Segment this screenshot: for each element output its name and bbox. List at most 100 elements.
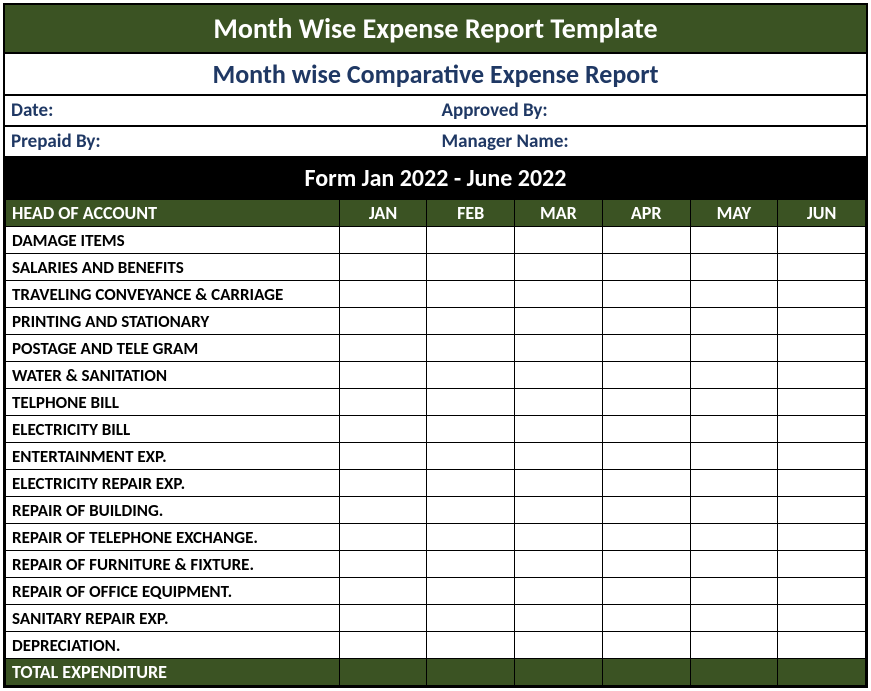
value-cell[interactable] [515, 335, 603, 362]
value-cell[interactable] [778, 551, 866, 578]
value-cell[interactable] [339, 605, 427, 632]
value-cell[interactable] [339, 254, 427, 281]
value-cell[interactable] [515, 497, 603, 524]
value-cell[interactable] [339, 578, 427, 605]
value-cell[interactable] [602, 335, 690, 362]
value-cell[interactable] [515, 308, 603, 335]
value-cell[interactable] [690, 605, 778, 632]
value-cell[interactable] [602, 254, 690, 281]
value-cell[interactable] [515, 632, 603, 659]
value-cell[interactable] [602, 632, 690, 659]
value-cell[interactable] [515, 416, 603, 443]
value-cell[interactable] [339, 416, 427, 443]
value-cell[interactable] [339, 551, 427, 578]
value-cell[interactable] [690, 254, 778, 281]
value-cell[interactable] [339, 281, 427, 308]
value-cell[interactable] [690, 551, 778, 578]
value-cell[interactable] [427, 254, 515, 281]
value-cell[interactable] [339, 362, 427, 389]
value-cell[interactable] [602, 578, 690, 605]
table-row: TRAVELING CONVEYANCE & CARRIAGE [6, 281, 866, 308]
value-cell[interactable] [602, 524, 690, 551]
value-cell[interactable] [690, 362, 778, 389]
value-cell[interactable] [427, 578, 515, 605]
value-cell[interactable] [602, 497, 690, 524]
value-cell[interactable] [427, 389, 515, 416]
value-cell[interactable] [515, 578, 603, 605]
value-cell[interactable] [778, 389, 866, 416]
value-cell[interactable] [427, 227, 515, 254]
value-cell[interactable] [427, 416, 515, 443]
value-cell[interactable] [339, 470, 427, 497]
value-cell[interactable] [690, 416, 778, 443]
value-cell[interactable] [778, 470, 866, 497]
value-cell[interactable] [602, 281, 690, 308]
value-cell[interactable] [602, 227, 690, 254]
value-cell[interactable] [690, 389, 778, 416]
value-cell[interactable] [427, 497, 515, 524]
value-cell[interactable] [515, 362, 603, 389]
value-cell[interactable] [690, 335, 778, 362]
table-row: TELPHONE BILL [6, 389, 866, 416]
value-cell[interactable] [690, 497, 778, 524]
value-cell[interactable] [427, 362, 515, 389]
value-cell[interactable] [778, 254, 866, 281]
value-cell[interactable] [690, 281, 778, 308]
value-cell[interactable] [690, 632, 778, 659]
value-cell[interactable] [515, 443, 603, 470]
value-cell[interactable] [427, 632, 515, 659]
value-cell[interactable] [778, 524, 866, 551]
value-cell[interactable] [778, 605, 866, 632]
value-cell[interactable] [690, 227, 778, 254]
value-cell[interactable] [690, 578, 778, 605]
value-cell[interactable] [339, 308, 427, 335]
value-cell[interactable] [778, 362, 866, 389]
value-cell[interactable] [690, 524, 778, 551]
value-cell[interactable] [515, 524, 603, 551]
value-cell[interactable] [339, 632, 427, 659]
value-cell[interactable] [602, 362, 690, 389]
value-cell[interactable] [339, 524, 427, 551]
value-cell[interactable] [427, 335, 515, 362]
account-cell: ELECTRICITY REPAIR EXP. [6, 470, 340, 497]
value-cell[interactable] [778, 281, 866, 308]
value-cell[interactable] [778, 335, 866, 362]
value-cell[interactable] [602, 416, 690, 443]
value-cell[interactable] [427, 443, 515, 470]
value-cell[interactable] [427, 605, 515, 632]
value-cell[interactable] [515, 605, 603, 632]
value-cell[interactable] [778, 308, 866, 335]
value-cell[interactable] [778, 578, 866, 605]
value-cell[interactable] [602, 443, 690, 470]
value-cell[interactable] [339, 335, 427, 362]
value-cell[interactable] [602, 308, 690, 335]
value-cell[interactable] [690, 470, 778, 497]
value-cell[interactable] [778, 443, 866, 470]
value-cell[interactable] [515, 281, 603, 308]
value-cell[interactable] [602, 605, 690, 632]
value-cell[interactable] [339, 227, 427, 254]
value-cell[interactable] [602, 551, 690, 578]
value-cell[interactable] [339, 389, 427, 416]
value-cell[interactable] [778, 497, 866, 524]
value-cell[interactable] [690, 308, 778, 335]
value-cell[interactable] [602, 389, 690, 416]
value-cell[interactable] [339, 443, 427, 470]
value-cell[interactable] [515, 470, 603, 497]
value-cell[interactable] [515, 551, 603, 578]
value-cell[interactable] [427, 308, 515, 335]
value-cell[interactable] [602, 470, 690, 497]
value-cell[interactable] [427, 470, 515, 497]
value-cell[interactable] [427, 281, 515, 308]
value-cell[interactable] [515, 389, 603, 416]
value-cell[interactable] [778, 416, 866, 443]
value-cell[interactable] [778, 632, 866, 659]
value-cell[interactable] [778, 227, 866, 254]
value-cell[interactable] [339, 497, 427, 524]
table-row: PRINTING AND STATIONARY [6, 308, 866, 335]
value-cell[interactable] [690, 443, 778, 470]
value-cell[interactable] [515, 254, 603, 281]
value-cell[interactable] [515, 227, 603, 254]
value-cell[interactable] [427, 524, 515, 551]
value-cell[interactable] [427, 551, 515, 578]
